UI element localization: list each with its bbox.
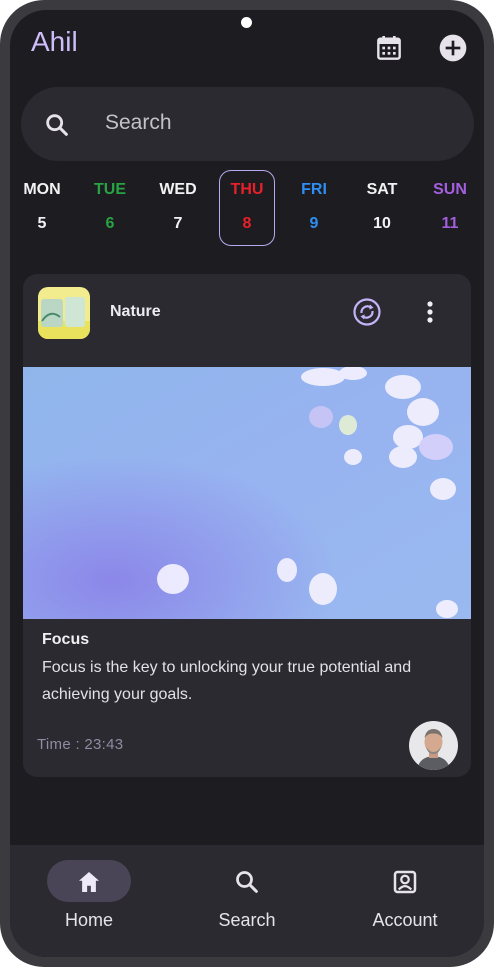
card-title: Focus [42,631,90,648]
nav-item-account[interactable]: Account [326,845,484,957]
calendar-day-number: 10 [373,215,391,232]
app-title: Ahil [31,26,78,57]
calendar-day-number: 8 [242,215,252,232]
calendar-day-fri[interactable]: FRI 9 [286,180,342,234]
front-camera [241,17,252,28]
calendar-button[interactable] [373,32,405,64]
avatar[interactable] [409,721,458,770]
category-thumbnail [38,287,90,339]
calendar-day-mon[interactable]: MON 5 [14,180,70,234]
calendar-day-thu[interactable]: THU 8 [219,170,275,246]
more-vert-icon [427,301,433,323]
add-circle-icon [439,34,467,62]
nav-label: Home [64,910,113,930]
nature-image [23,367,471,619]
search-bar[interactable]: Search [21,87,474,161]
calendar-day-name: SAT [366,181,398,198]
search-icon [46,114,68,136]
calendar-day-name: MON [23,181,61,198]
calendar-day-number: 9 [309,215,319,232]
calendar-day-sun[interactable]: SUN 11 [422,180,478,234]
calendar-day-name: TUE [94,181,126,198]
screen: Ahil Search MON 5 TUE 6 WED 7 THU 8 FRI … [10,10,484,957]
calendar-day-name: THU [230,181,264,198]
session-card[interactable]: Nature Focus Focus is the key to unlocki… [23,274,471,777]
card-category: Nature [110,303,161,320]
more-options-button[interactable] [419,297,441,327]
calendar-day-number: 6 [105,215,115,232]
bottom-navigation: Home Search Account [10,845,484,957]
calendar-day-number: 11 [441,215,459,232]
add-button[interactable] [437,32,469,64]
calendar-day-wed[interactable]: WED 7 [150,180,206,234]
nav-label: Search [218,910,276,930]
phone-frame: Ahil Search MON 5 TUE 6 WED 7 THU 8 FRI … [0,0,494,967]
session-time: Time : 23:43 [37,736,124,753]
calendar-day-sat[interactable]: SAT 10 [354,180,410,234]
calendar-day-name: SUN [433,181,467,198]
home-icon [79,872,99,892]
calendar-day-name: FRI [301,181,327,198]
nav-label: Account [372,910,438,930]
sync-button[interactable] [352,297,382,327]
search-placeholder: Search [105,111,172,134]
calendar-day-number: 7 [173,215,183,232]
calendar-day-name: WED [159,181,197,198]
nav-item-search[interactable]: Search [168,845,326,957]
calendar-day-tue[interactable]: TUE 6 [82,180,138,234]
sync-icon [353,298,381,326]
account-icon [393,870,417,894]
card-description: Focus is the key to unlocking your true … [42,659,412,703]
search-icon [236,871,258,893]
nav-item-home[interactable]: Home [10,845,168,957]
calendar-icon [377,36,401,60]
calendar-day-number: 5 [37,215,47,232]
